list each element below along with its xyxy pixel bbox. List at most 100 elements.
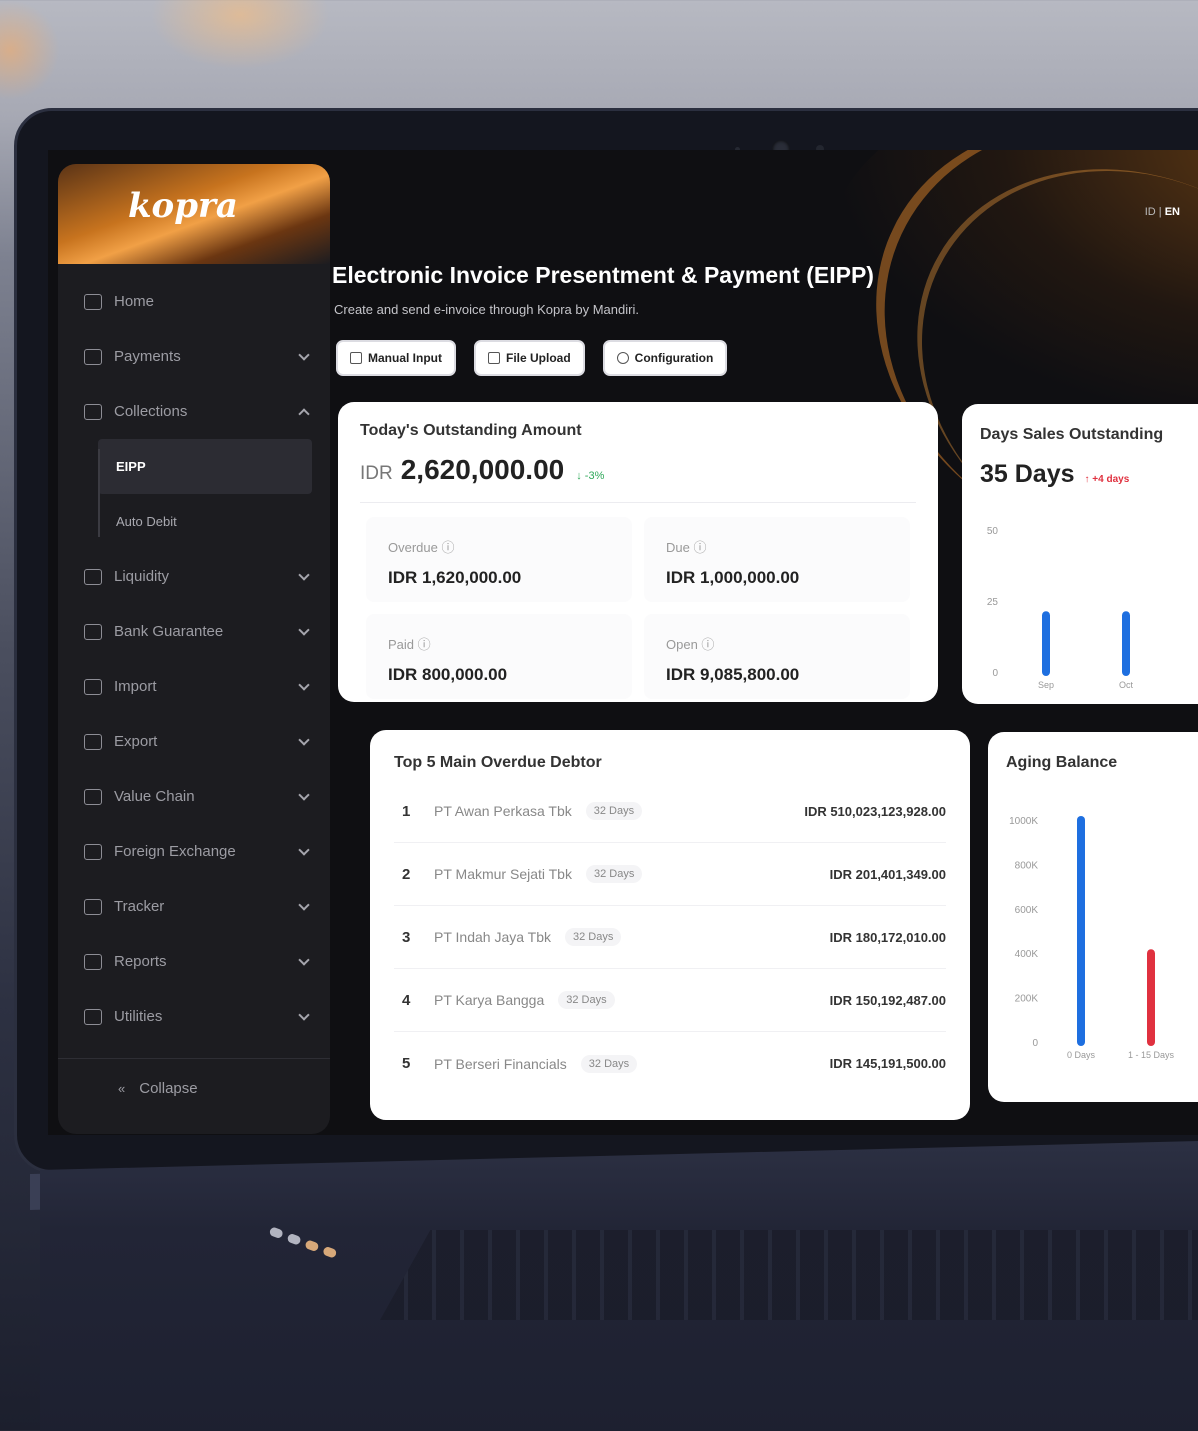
payments-icon — [84, 348, 102, 365]
table-row[interactable]: 4 PT Karya Bangga 32 Days IDR 150,192,487.0… — [394, 969, 946, 1032]
stat-value: IDR 9,085,800.00 — [666, 665, 800, 684]
y-tick-label: 50 — [987, 526, 999, 537]
sidebar-item-value-chain[interactable]: Value Chain — [58, 769, 330, 824]
sidebar-subitem-eipp[interactable]: EIPP — [98, 439, 312, 494]
configuration-label: Configuration — [634, 351, 714, 365]
chevron-up-icon — [298, 407, 310, 420]
sidebar-item-label: Utilities — [114, 1008, 163, 1025]
open-stat: Open ⓘ IDR 9,085,800.00 — [644, 614, 910, 699]
upload-icon — [488, 352, 500, 364]
chevron-down-icon — [298, 1008, 310, 1021]
y-tick-label: 800K — [1015, 860, 1039, 871]
sidebar: kopra Home Payments Collections EIPP Auto De… — [58, 164, 330, 1134]
y-tick-label: 1000K — [1009, 816, 1038, 827]
export-icon — [84, 733, 102, 750]
sidebar-item-utilities[interactable]: Utilities — [58, 989, 330, 1044]
collections-icon — [84, 403, 102, 420]
dso-value: 35 Days — [980, 460, 1075, 488]
y-tick-label: 400K — [1015, 949, 1039, 960]
chevron-down-icon — [298, 568, 310, 581]
app-screen: kopra Home Payments Collections EIPP Auto De… — [48, 150, 1198, 1135]
chevron-down-icon — [298, 788, 310, 801]
chevron-down-icon — [298, 953, 310, 966]
days-badge: 32 Days — [580, 1054, 638, 1073]
sidebar-item-label: Liquidity — [114, 568, 170, 585]
sidebar-subitem-auto-debit[interactable]: Auto Debit — [98, 494, 312, 549]
sidebar-item-liquidity[interactable]: Liquidity — [58, 549, 330, 604]
sidebar-item-reports[interactable]: Reports — [58, 934, 330, 989]
debtors-title: Top 5 Main Overdue Debtor — [394, 754, 602, 771]
chevron-down-icon — [298, 898, 310, 911]
sidebar-item-home[interactable]: Home — [58, 274, 330, 329]
sidebar-item-payments[interactable]: Payments — [58, 329, 330, 384]
sidebar-item-foreign-exchange[interactable]: Foreign Exchange — [58, 824, 330, 879]
x-tick-label: 1 - 15 Days — [1128, 1050, 1175, 1060]
collapse-icon: « — [118, 1081, 126, 1096]
due-stat: Due ⓘ IDR 1,000,000.00 — [644, 517, 910, 602]
lang-en[interactable]: EN — [1165, 206, 1180, 218]
debtor-name: PT Awan Perkasa Tbk — [434, 803, 572, 819]
value-chain-icon — [84, 788, 102, 805]
manual-input-label: Manual Input — [368, 351, 442, 365]
row-index: 5 — [402, 1055, 411, 1072]
sidebar-item-label: Home — [114, 293, 155, 310]
sidebar-item-label: Export — [114, 733, 158, 750]
row-index: 1 — [402, 802, 411, 820]
dso-title: Days Sales Outstanding — [980, 426, 1164, 443]
dso-card: Days Sales Outstanding 35 Days ↑ +4 days… — [962, 404, 1198, 704]
sidebar-item-tracker[interactable]: Tracker — [58, 879, 330, 934]
foreign-exchange-icon — [84, 843, 102, 860]
sidebar-item-label: Payments — [114, 348, 181, 365]
table-row[interactable]: 1 PT Awan Perkasa Tbk 32 Days IDR 510,023,1… — [394, 780, 946, 843]
debtor-name: PT Berseri Financials — [434, 1055, 567, 1072]
kopra-logo[interactable]: kopra — [128, 186, 238, 226]
table-row[interactable]: 2 PT Makmur Sejati Tbk 32 Days IDR 201,401,… — [394, 843, 946, 906]
language-switcher[interactable]: ID | EN — [1145, 206, 1180, 218]
lang-id[interactable]: ID — [1145, 206, 1156, 218]
sidebar-nav: Home Payments Collections EIPP Auto Debit Liq… — [58, 264, 330, 1044]
file-upload-button[interactable]: File Upload — [474, 340, 585, 376]
row-index: 2 — [402, 865, 411, 883]
collapse-label: Collapse — [139, 1080, 198, 1097]
table-row[interactable]: 3 PT Indah Jaya Tbk 32 Days IDR 180,172,010… — [394, 906, 946, 969]
sidebar-item-label: Foreign Exchange — [114, 843, 236, 860]
collapse-button[interactable]: « Collapse — [58, 1058, 330, 1118]
background-light-glow — [150, 0, 330, 70]
liquidity-icon — [84, 568, 102, 585]
change-indicator: ↓ -3% — [576, 470, 605, 482]
import-icon — [84, 678, 102, 695]
debtor-amount: IDR 180,172,010.00 — [829, 929, 946, 945]
aging-title: Aging Balance — [1006, 754, 1118, 771]
dso-delta: ↑ +4 days — [1084, 474, 1130, 485]
sidebar-item-label: Bank Guarantee — [114, 623, 224, 640]
debtor-list: 1 PT Awan Perkasa Tbk 32 Days IDR 510,023,1… — [394, 780, 946, 1095]
stat-label: Open ⓘ — [666, 637, 715, 652]
sidebar-item-import[interactable]: Import — [58, 659, 330, 714]
outstanding-stats: Overdue ⓘ IDR 1,620,000.00 Due ⓘ IDR 1,000… — [360, 511, 916, 702]
table-row[interactable]: 5 PT Berseri Financials 32 Days IDR 145,191… — [394, 1032, 946, 1095]
sidebar-item-export[interactable]: Export — [58, 714, 330, 769]
utilities-icon — [84, 1008, 102, 1025]
chevron-down-icon — [298, 348, 310, 361]
aging-card: Aging Balance 1000K 800K 600K 400K 200K 0 0 Da… — [988, 732, 1198, 1102]
sidebar-item-label: Value Chain — [114, 788, 195, 805]
debtor-amount: IDR 145,191,500.00 — [829, 1056, 946, 1071]
configuration-button[interactable]: Configuration — [602, 340, 728, 376]
manual-input-button[interactable]: Manual Input — [336, 340, 456, 376]
sidebar-item-label: Collections — [114, 403, 188, 420]
sidebar-item-collections[interactable]: Collections — [58, 384, 330, 439]
outstanding-card: Today's Outstanding Amount IDR 2,620,000… — [338, 402, 938, 702]
debtor-amount: IDR 201,401,349.00 — [829, 866, 946, 882]
row-index: 3 — [402, 928, 411, 946]
days-badge: 32 Days — [565, 928, 622, 946]
stat-value: IDR 1,000,000.00 — [666, 568, 800, 587]
divider — [360, 502, 916, 503]
row-index: 4 — [402, 991, 411, 1009]
debtor-amount: IDR 510,023,123,928.00 — [804, 803, 946, 819]
y-tick-label: 25 — [987, 597, 999, 608]
home-icon — [84, 293, 102, 310]
sidebar-item-label: Import — [114, 678, 157, 695]
sidebar-item-bank-guarantee[interactable]: Bank Guarantee — [58, 604, 330, 659]
stat-value: IDR 800,000.00 — [388, 665, 508, 684]
reports-icon — [84, 953, 102, 970]
